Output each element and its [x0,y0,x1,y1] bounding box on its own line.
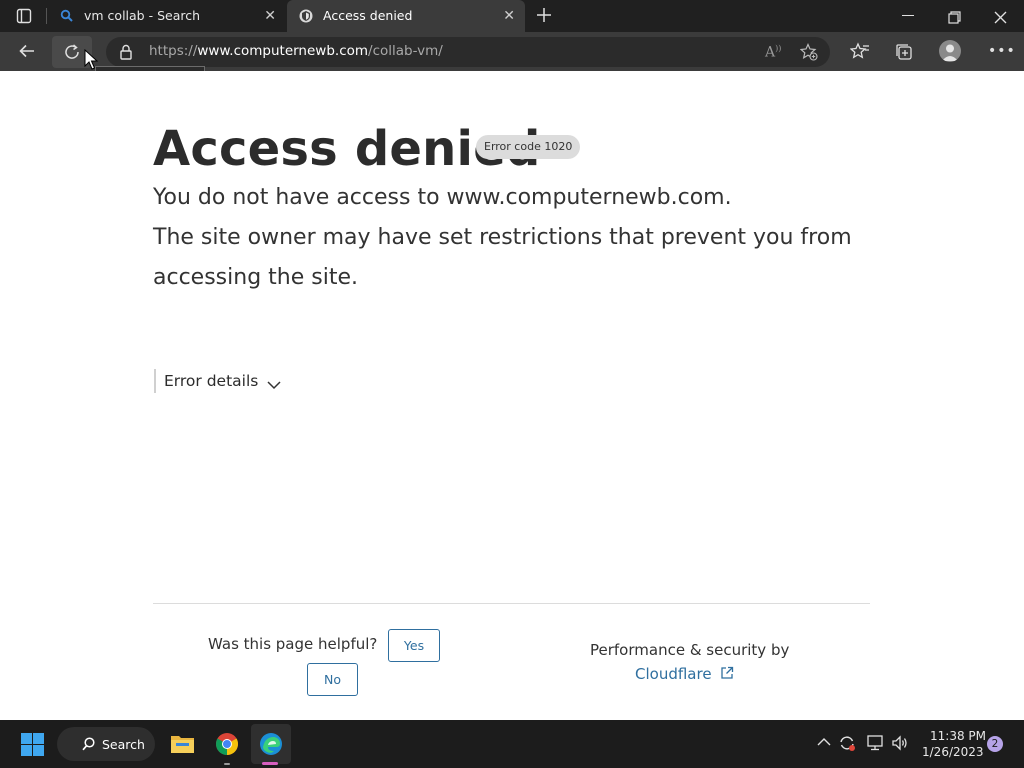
shield-icon [298,8,314,24]
search-icon [60,9,74,23]
access-message: You do not have access to www.computerne… [153,185,732,210]
chrome-running-indicator [224,763,230,765]
new-tab-button[interactable] [535,6,553,24]
address-bar[interactable]: https://www.computernewb.com/collab-vm/ … [106,37,830,67]
footer-divider [153,603,870,604]
error-details-toggle[interactable]: Error details [154,369,281,393]
tab-title: vm collab - Search [84,8,201,23]
sync-icon[interactable] [838,734,856,752]
tab-strip: vm collab - Search ✕ Access denied ✕ [0,0,1024,32]
external-link-icon [720,666,734,680]
show-hidden-icons-chevron[interactable] [817,736,831,746]
network-icon[interactable] [866,735,884,751]
taskbar-search-label: Search [102,736,145,752]
notification-count: 2 [991,738,999,750]
taskbar-search-button[interactable]: Search [57,727,155,761]
performance-security-label: Performance & security by [590,641,790,659]
restriction-message: The site owner may have set restrictions… [153,225,852,250]
mouse-cursor-icon [84,48,99,71]
clock-time[interactable]: 11:38 PM [930,729,986,743]
no-button[interactable]: No [307,663,358,696]
edge-icon[interactable] [259,732,283,756]
tab-actions-icon[interactable] [16,8,32,24]
chrome-icon[interactable] [215,732,239,756]
edge-active-indicator [262,762,278,765]
error-code-badge: Error code 1020 [476,135,581,159]
taskbar: Search 11:38 PM 1/26/2023 2 [0,720,1024,768]
cloudflare-link-text[interactable]: Cloudflare [635,665,712,683]
tab-title: Access denied [323,8,413,23]
close-window-button[interactable] [994,9,1007,24]
add-favorite-icon[interactable] [799,43,818,61]
lock-icon[interactable] [119,44,133,60]
refresh-icon [65,44,79,59]
tab-vm-collab-search[interactable]: vm collab - Search ✕ [48,0,286,32]
file-explorer-icon[interactable] [170,732,195,755]
clock-date[interactable]: 1/26/2023 [922,745,984,759]
windows-start-icon[interactable] [21,733,44,756]
error-details-label: Error details [164,372,259,390]
read-aloud-icon[interactable]: A)) [765,44,781,61]
close-tab-icon[interactable]: ✕ [264,8,276,24]
back-button[interactable] [18,42,36,60]
search-icon [82,737,96,751]
favorites-icon[interactable] [849,42,870,62]
profile-avatar[interactable] [939,40,961,62]
more-options-icon[interactable]: ••• [988,43,1015,59]
feedback-question: Was this page helpful? [208,635,378,653]
notification-badge[interactable]: 2 [987,736,1003,752]
close-tab-icon[interactable]: ✕ [503,8,515,24]
chevron-down-icon [267,376,281,390]
restore-button[interactable] [948,9,961,24]
volume-icon[interactable] [891,735,909,751]
url-text: https://www.computernewb.com/collab-vm/ [149,43,443,59]
collections-icon[interactable] [894,42,914,62]
cloudflare-link[interactable]: Cloudflare [635,665,734,683]
page-content: Access denied Error code 1020 You do not… [0,71,1024,720]
minimize-button[interactable] [902,15,914,16]
restriction-message-cont: accessing the site. [153,265,358,290]
tab-access-denied[interactable]: Access denied ✕ [287,0,525,32]
yes-button[interactable]: Yes [388,629,440,662]
